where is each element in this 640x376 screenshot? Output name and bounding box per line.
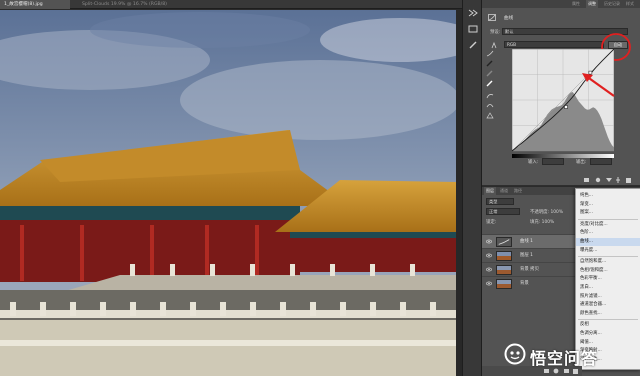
collapse-panels-icon[interactable]: [467, 8, 479, 18]
menu-item[interactable]: 色阶...: [576, 229, 640, 237]
properties-footer-icons: [584, 177, 631, 183]
layer-name[interactable]: 背景: [520, 280, 529, 286]
eye-icon[interactable]: [486, 253, 492, 258]
new-layer-icon[interactable]: [564, 369, 569, 373]
document-tab-bar: 1_故宫樱帽(8).jpg Split-Clouds 19.9% @ 16.7%…: [0, 0, 462, 9]
menu-item[interactable]: 颜色查找...: [576, 310, 640, 318]
menu-item[interactable]: 自然饱和度...: [576, 258, 640, 266]
menu-item[interactable]: 色彩平衡...: [576, 275, 640, 283]
menu-item[interactable]: 亮度/对比度...: [576, 221, 640, 229]
eye-icon[interactable]: [486, 239, 492, 244]
menu-item[interactable]: 曲线...: [576, 238, 640, 246]
panel-tool-strip: [462, 0, 482, 376]
clipping-warning-icon[interactable]: [486, 112, 494, 119]
layer-thumb: [496, 265, 512, 275]
menu-item[interactable]: 图案...: [576, 209, 640, 217]
tab-styles[interactable]: 样式: [624, 0, 636, 8]
menu-item[interactable]: 黑白...: [576, 284, 640, 292]
menu-item[interactable]: 阈值...: [576, 339, 640, 347]
properties-title: 曲线: [504, 16, 514, 21]
curve-tool-column: [484, 44, 496, 124]
reset-icon[interactable]: [606, 178, 612, 182]
clip-to-layer-icon[interactable]: [584, 178, 589, 182]
document-tab-active[interactable]: 1_故宫樱帽(8).jpg: [0, 0, 70, 9]
tab-layers[interactable]: 图层: [484, 187, 496, 195]
input-output-row: 输入: 输出:: [528, 158, 628, 166]
gray-point-eyedropper-icon[interactable]: [486, 70, 494, 77]
eye-icon[interactable]: [486, 281, 492, 286]
curves-adjustment-icon: [488, 14, 496, 21]
properties-panel-tabs: 属性 调整 历史记录 样式: [482, 0, 640, 8]
black-point-eyedropper-icon[interactable]: [486, 60, 494, 67]
curve-control-point[interactable]: [564, 105, 568, 109]
smooth-curve-icon[interactable]: [486, 102, 494, 109]
delete-layer-icon[interactable]: [573, 369, 578, 374]
layer-thumb: [496, 251, 512, 261]
history-panel-icon[interactable]: [467, 24, 479, 34]
menu-item[interactable]: 可选颜色...: [576, 356, 640, 364]
adjustment-layer-menu: 纯色... 渐变... 图案... 亮度/对比度... 色阶... 曲线... 曝光度...…: [575, 188, 640, 370]
layers-footer-icons: [482, 366, 582, 376]
tab-adjustments[interactable]: 调整: [586, 0, 598, 8]
blend-mode-select[interactable]: 正常: [486, 208, 520, 215]
preset-label: 预设:: [490, 30, 501, 35]
lock-label: 锁定:: [486, 220, 497, 225]
menu-item[interactable]: 照片滤镜...: [576, 293, 640, 301]
draw-curve-icon[interactable]: [486, 92, 494, 99]
layer-name[interactable]: 背景 拷贝: [520, 266, 539, 272]
layer-kind-filter[interactable]: 类型: [486, 198, 514, 205]
brush-panel-icon[interactable]: [467, 40, 479, 50]
view-previous-icon[interactable]: [595, 177, 601, 183]
output-label: 输出:: [576, 160, 587, 165]
menu-item[interactable]: 渐变映射...: [576, 347, 640, 355]
input-label: 输入:: [528, 160, 539, 165]
tab-paths[interactable]: 路径: [512, 187, 524, 195]
white-point-eyedropper-icon[interactable]: [486, 80, 494, 87]
menu-item[interactable]: 通道混合器...: [576, 301, 640, 309]
menu-item[interactable]: 纯色...: [576, 192, 640, 200]
layer-name[interactable]: 曲线 1: [520, 238, 533, 244]
edit-points-icon[interactable]: [486, 50, 494, 57]
menu-item[interactable]: 渐变...: [576, 201, 640, 209]
visibility-icon[interactable]: [616, 177, 620, 183]
fill-control[interactable]: 填充: 100%: [530, 219, 554, 225]
document-tab-inactive[interactable]: Split-Clouds 19.9% @ 16.7% (RGB/8): [78, 0, 188, 9]
menu-item[interactable]: 反相: [576, 321, 640, 329]
menu-separator: [578, 256, 638, 258]
tab-channels[interactable]: 通道: [498, 187, 510, 195]
menu-item[interactable]: 曝光度...: [576, 247, 640, 255]
menu-separator: [578, 218, 638, 220]
eye-icon[interactable]: [486, 267, 492, 272]
new-adjustment-layer-icon[interactable]: [553, 368, 559, 374]
menu-item[interactable]: 色调分离...: [576, 330, 640, 338]
menu-item[interactable]: 色相/饱和度...: [576, 267, 640, 275]
trash-icon[interactable]: [626, 178, 631, 183]
output-field[interactable]: [590, 158, 612, 165]
tab-properties[interactable]: 属性: [570, 0, 582, 8]
document-canvas[interactable]: [0, 10, 462, 376]
link-layers-icon[interactable]: [544, 369, 549, 373]
channel-select[interactable]: RGB: [504, 41, 604, 48]
opacity-control[interactable]: 不透明度: 100%: [530, 209, 563, 215]
layer-thumb: [496, 279, 512, 289]
curves-layer-thumb: [496, 237, 512, 247]
layer-name[interactable]: 图层 1: [520, 252, 533, 258]
annotation-arrow-curve: [582, 73, 615, 97]
menu-separator: [578, 319, 638, 321]
photo-forbidden-city: [0, 10, 456, 376]
input-field[interactable]: [542, 158, 564, 165]
tab-history[interactable]: 历史记录: [602, 0, 622, 8]
